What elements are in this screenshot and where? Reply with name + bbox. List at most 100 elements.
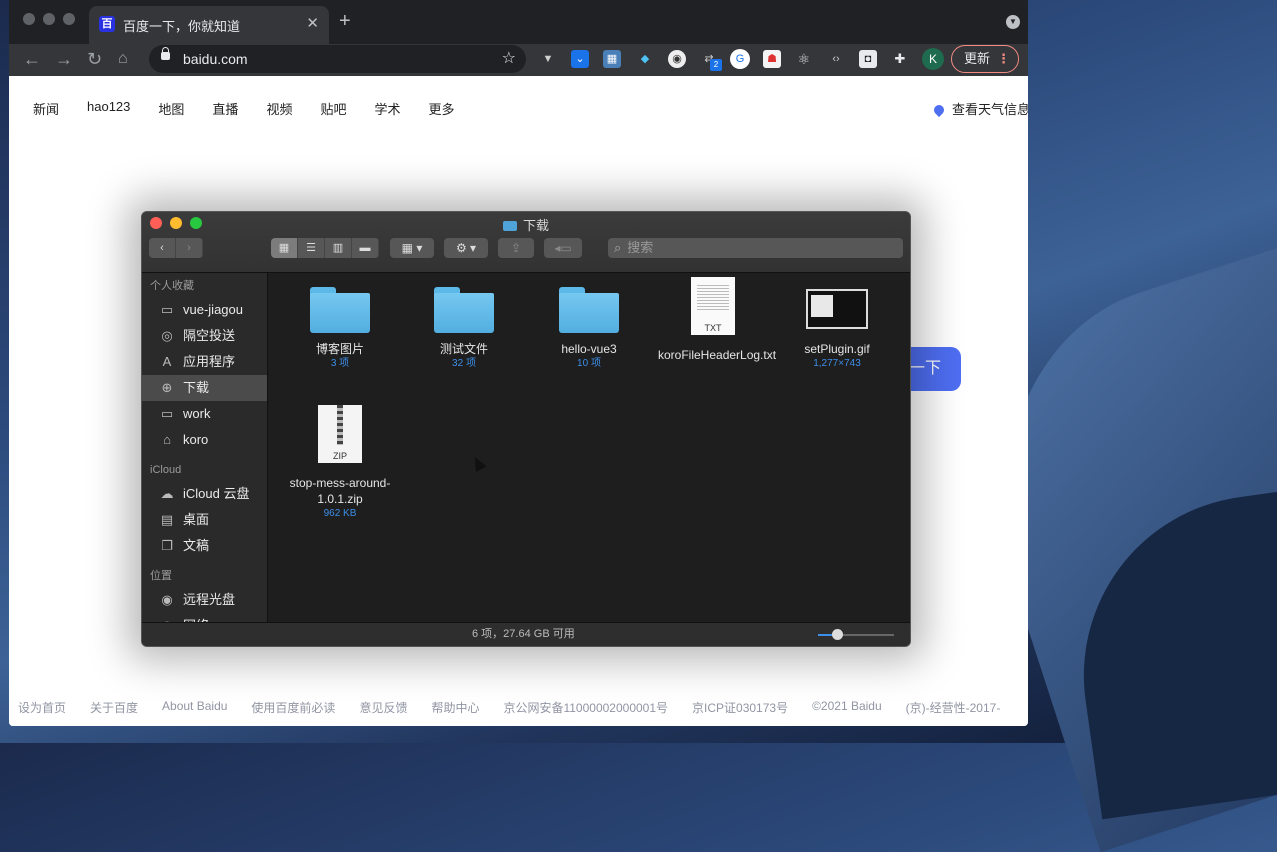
address-bar[interactable]: baidu.com ☆ [149,45,526,73]
minimize-window-button[interactable] [43,13,55,25]
zoom-window-button[interactable] [63,13,75,25]
footer-link[interactable]: 京ICP证030173号 [692,699,788,716]
group-by-button[interactable]: ▦ ▾ [390,238,434,258]
robot-icon[interactable]: ☗ [763,50,781,68]
image-icon[interactable]: ▦ [603,50,621,68]
nav-more-link[interactable]: 更多 [428,99,454,118]
footer-link[interactable]: (京)-经营性-2017- [906,699,1001,716]
finder-title-text: 下载 [522,218,549,233]
update-label: 更新 [964,51,991,66]
folder-icon [310,287,370,333]
nav-tieba-link[interactable]: 贴吧 [320,99,346,118]
nav-live-link[interactable]: 直播 [212,99,238,118]
sidebar-item-koro[interactable]: ⌂ koro [142,427,267,453]
more-menu-icon[interactable]: ⋮ [997,46,1010,72]
list-view-icon[interactable]: ☰ [298,238,325,258]
reload-icon[interactable]: ↻ [87,49,102,70]
cloud-icon: ☁ [160,486,174,501]
bookmark-star-icon[interactable]: ☆ [502,48,516,68]
sidebar-item-icloud-drive[interactable]: ☁ iCloud 云盘 [142,481,267,507]
sidebar-item-remote-disc[interactable]: ◉ 远程光盘 [142,587,267,613]
file-item[interactable]: ZIP stop-mess-around-1.0.1.zip 962 KB [285,405,395,521]
nav-xueshu-link[interactable]: 学术 [374,99,400,118]
file-info: 10 项 [577,358,601,369]
tab-strip: 百 百度一下，你就知道 ✕ + ▼ [9,0,1028,44]
sidebar-item-downloads[interactable]: ⊕ 下载 [142,375,267,401]
sidebar-item-airdrop[interactable]: ◎ 隔空投送 [142,323,267,349]
icon-view-icon[interactable]: ▦ [271,238,298,258]
folder-icon: ▭ [160,302,174,317]
sidebar-item-label: 桌面 [183,512,210,527]
footer-link[interactable]: About Baidu [162,699,227,716]
finder-status-bar: 6 项，27.64 GB 可用 [142,622,910,646]
react-icon[interactable]: ⚛ [795,50,813,68]
footer-link[interactable]: 帮助中心 [431,699,479,716]
icon-size-slider[interactable] [818,629,894,640]
locations-header: 位置 [150,570,172,582]
footer-link[interactable]: 关于百度 [90,699,138,716]
translate-icon[interactable]: G [730,49,750,69]
sidebar-item-desktop[interactable]: ▤ 桌面 [142,507,267,533]
window-controls [23,13,75,25]
finder-titlebar: 下载 ‹ › ▦ ☰ ▥ ▬ ▦ ▾ ⚙ ▾ ⇪ ◂▭ ⌕ 搜索 [142,212,910,273]
tab-title: 百度一下，你就知道 [123,19,241,34]
new-tab-button[interactable]: + [339,10,351,33]
file-item[interactable]: TXT koroFileHeaderLog.txt [658,277,776,363]
nav-news-link[interactable]: 新闻 [33,99,59,118]
gallery-view-icon[interactable]: ▬ [352,238,379,258]
file-type-badge: TXT [704,323,722,333]
back-icon[interactable]: ← [23,49,41,70]
nav-video-link[interactable]: 视频 [266,99,292,118]
footer-link[interactable]: 设为首页 [18,699,66,716]
sidebar-item-work[interactable]: ▭ work [142,401,267,427]
close-window-button[interactable] [23,13,35,25]
file-item[interactable]: 测试文件 32 项 [409,281,519,371]
tab-search-icon[interactable]: ▼ [1006,15,1020,29]
share-icon[interactable]: ⇪ [498,238,534,258]
code-icon[interactable]: ‹› [827,50,845,68]
pocket-icon[interactable]: ⌄ [571,50,589,68]
footer-link[interactable]: 使用百度前必读 [251,699,335,716]
file-item[interactable]: hello-vue3 10 项 [534,281,644,371]
tab-baidu[interactable]: 百 百度一下，你就知道 ✕ [89,6,329,44]
back-forward-control: ‹ › [149,238,203,258]
download-icon: ⊕ [161,380,173,395]
update-button[interactable]: 更新 ⋮ [951,45,1019,73]
nav-hao123-link[interactable]: hao123 [87,99,130,118]
tag-icon[interactable]: ◂▭ [544,238,582,258]
downloads-folder-icon [502,221,517,231]
puzzle-icon[interactable]: ✚ [891,50,909,68]
sidebar-item-applications[interactable]: A 应用程序 [142,349,267,375]
slider-knob[interactable] [832,629,843,640]
footer-link[interactable]: 京公网安备11000002000001号 [503,699,668,716]
file-info: 3 项 [330,358,350,369]
sidebar-item-label: work [183,406,211,421]
lock-icon [161,47,170,60]
column-view-icon[interactable]: ▥ [325,238,352,258]
file-item[interactable]: setPlugin.gif 1,277×743 [782,277,892,371]
weather-link[interactable]: 查看天气信息 [931,99,1028,118]
mouse-cursor-icon [469,454,487,472]
counter-icon[interactable]: ◉ [668,50,686,68]
nav-map-link[interactable]: 地图 [158,99,184,118]
search-icon: ⌕ [614,240,622,255]
view-mode-control: ▦ ☰ ▥ ▬ [271,238,379,258]
finder-forward-icon[interactable]: › [176,238,203,258]
folder-icon [434,287,494,333]
vue-devtools-icon[interactable]: ▼ [539,50,557,68]
finder-search-input[interactable]: ⌕ 搜索 [608,238,903,258]
home-icon[interactable]: ⌂ [118,50,128,68]
sidebar-item-documents[interactable]: ❐ 文稿 [142,533,267,559]
gem-icon[interactable]: ◆ [636,50,654,68]
tab-close-icon[interactable]: ✕ [306,14,319,32]
footer-link[interactable]: 意见反馈 [359,699,407,716]
forward-icon[interactable]: → [55,49,73,70]
profile-avatar[interactable]: K [922,48,944,70]
sidebar-item-label: 应用程序 [183,354,236,369]
sidebar-item-vue-jiagou[interactable]: ▭ vue-jiagou [142,297,267,323]
finder-back-icon[interactable]: ‹ [149,238,176,258]
action-gear-icon[interactable]: ⚙ ▾ [444,238,488,258]
file-name: 测试文件 [439,342,488,356]
file-item[interactable]: 博客图片 3 项 [285,281,395,371]
capture-icon[interactable]: ◘ [859,50,877,68]
